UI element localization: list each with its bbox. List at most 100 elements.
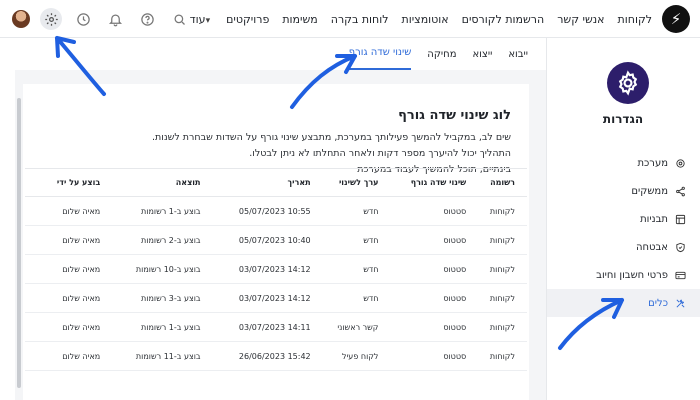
cell-result: בוצע ב-3 רשומות <box>104 283 205 313</box>
help-button[interactable] <box>136 8 158 30</box>
cell-record: לקוחות <box>470 283 527 313</box>
cell-date: 14:12 03/07/2023 <box>204 254 315 284</box>
settings-sidebar: הגדרות מערכת ממשקים תבניות אבטחה פרטי חש… <box>546 38 700 400</box>
sidebar-item-security[interactable]: אבטחה <box>547 233 700 261</box>
table-row[interactable]: לקוחות סטטוס חדש 14:12 03/07/2023 בוצע ב… <box>25 254 527 284</box>
page-title: לוג שינוי שדה גורף <box>398 108 511 123</box>
top-navigation-bar: ⚡ לקוחות אנשי קשר הרשמות לקורסים אוטומצי… <box>0 0 700 38</box>
tab-bulk-field-change[interactable]: שינוי שדה גורף <box>348 47 412 70</box>
log-table: רשומה שינוי שדה גורף ערך לשינוי תאריך תו… <box>25 168 527 371</box>
tools-icon <box>676 299 685 307</box>
cell-result: בוצע ב-1 רשומות <box>104 312 205 342</box>
nav-automations[interactable]: אוטומציות <box>401 13 448 26</box>
cell-new-value: חדש <box>314 225 383 255</box>
table-row[interactable]: לקוחות סטטוס חדש 10:55 05/07/2023 בוצע ב… <box>25 196 527 226</box>
bell-icon <box>108 14 122 26</box>
shield-icon <box>676 242 685 252</box>
main-nav: לקוחות אנשי קשר הרשמות לקורסים אוטומציות… <box>190 0 652 38</box>
header-icons <box>12 0 190 38</box>
scrollbar-thumb[interactable] <box>17 98 21 388</box>
cell-date: 14:11 03/07/2023 <box>204 312 315 342</box>
column-header-date: תאריך <box>204 168 315 197</box>
cell-result: בוצע ב-2 רשומות <box>104 225 205 255</box>
settings-badge <box>607 62 649 104</box>
tab-import[interactable]: ייבוא <box>508 49 528 70</box>
cell-result: בוצע ב-1 רשומות <box>104 196 205 226</box>
history-button[interactable] <box>72 8 94 30</box>
tab-delete[interactable]: מחיקה <box>427 49 456 70</box>
cell-new-value: קשר ראשוני <box>314 312 383 342</box>
nav-customers[interactable]: לקוחות <box>618 13 652 26</box>
app-logo[interactable]: ⚡ <box>662 5 690 33</box>
sidebar-item-label: כלים <box>648 297 668 309</box>
cell-field: סטטוס <box>382 312 471 342</box>
cell-performed-by: מאיה שלום <box>25 341 105 371</box>
sidebar-item-label: תבניות <box>640 213 668 225</box>
sidebar-menu: מערכת ממשקים תבניות אבטחה פרטי חשבון וחי… <box>547 149 700 317</box>
column-header-field: שינוי שדה גורף <box>382 168 471 197</box>
sidebar-item-system[interactable]: מערכת <box>547 149 700 177</box>
template-icon <box>675 214 686 224</box>
cell-field: סטטוס <box>382 196 471 226</box>
card-icon <box>675 271 686 279</box>
table-header-row: רשומה שינוי שדה גורף ערך לשינוי תאריך תו… <box>25 168 527 197</box>
cell-record: לקוחות <box>470 312 527 342</box>
cell-performed-by: מאיה שלום <box>25 312 105 342</box>
avatar[interactable] <box>12 10 30 28</box>
cell-record: לקוחות <box>470 196 527 226</box>
sidebar-item-integrations[interactable]: ממשקים <box>547 177 700 205</box>
nav-course-registrations[interactable]: הרשמות לקורסים <box>462 13 545 26</box>
cell-record: לקוחות <box>470 225 527 255</box>
cell-field: סטטוס <box>382 225 471 255</box>
main-content: לוג שינוי שדה גורף שים לב, במקביל להמשך … <box>15 70 546 400</box>
column-header-performed-by: בוצע על ידי <box>25 168 105 197</box>
sidebar-item-tools[interactable]: כלים <box>547 289 700 317</box>
cell-result: בוצע ב-10 רשומות <box>104 254 205 284</box>
sidebar-item-label: ממשקים <box>631 185 668 197</box>
gear-icon <box>618 70 638 96</box>
tab-export[interactable]: ייצוא <box>473 49 493 70</box>
sidebar-item-label: מערכת <box>637 157 668 169</box>
notifications-button[interactable] <box>104 8 126 30</box>
cell-record: לקוחות <box>470 341 527 371</box>
settings-button[interactable] <box>40 8 62 30</box>
sidebar-item-templates[interactable]: תבניות <box>547 205 700 233</box>
cell-new-value: לקוח פעיל <box>314 341 383 371</box>
table-row[interactable]: לקוחות סטטוס לקוח פעיל 15:42 26/06/2023 … <box>25 341 527 371</box>
clock-icon <box>76 12 90 26</box>
search-button[interactable] <box>168 8 190 30</box>
log-line: התהליך יכול להיערך מספר דקות ולאחר התחלת… <box>249 148 511 159</box>
log-card: לוג שינוי שדה גורף שים לב, במקביל להמשך … <box>23 84 529 400</box>
column-header-new-value: ערך לשינוי <box>314 168 383 197</box>
nav-more[interactable]: עוד▾ <box>190 13 213 26</box>
cell-date: 15:42 26/06/2023 <box>204 341 315 371</box>
cell-field: סטטוס <box>382 341 471 371</box>
sidebar-item-billing[interactable]: פרטי חשבון וחיוב <box>547 261 700 289</box>
sidebar-item-label: אבטחה <box>635 241 668 253</box>
nav-dashboards[interactable]: לוחות בקרה <box>331 13 389 26</box>
nav-more-label: עוד <box>189 12 206 26</box>
table-row[interactable]: לקוחות סטטוס קשר ראשוני 14:11 03/07/2023… <box>25 312 527 342</box>
cell-new-value: חדש <box>314 196 383 226</box>
nav-tasks[interactable]: משימות <box>282 13 317 26</box>
nav-contacts[interactable]: אנשי קשר <box>557 13 604 26</box>
cell-record: לקוחות <box>470 254 527 284</box>
cell-performed-by: מאיה שלום <box>25 254 105 284</box>
cell-performed-by: מאיה שלום <box>25 196 105 226</box>
table-row[interactable]: לקוחות סטטוס חדש 10:40 05/07/2023 בוצע ב… <box>25 225 527 255</box>
gear-icon <box>44 12 58 26</box>
cell-date: 10:40 05/07/2023 <box>204 225 315 255</box>
tools-tabs: ייבוא ייצוא מחיקה שינוי שדה גורף <box>348 38 528 70</box>
column-header-result: תוצאה <box>104 168 205 197</box>
nav-projects[interactable]: פרויקטים <box>226 13 269 26</box>
cell-field: סטטוס <box>382 283 471 313</box>
table-row[interactable]: לקוחות סטטוס חדש 14:12 03/07/2023 בוצע ב… <box>25 283 527 313</box>
cell-result: בוצע ב-11 רשומות <box>104 341 205 371</box>
column-header-record: רשומה <box>470 168 527 197</box>
share-icon <box>676 186 685 196</box>
cell-date: 10:55 05/07/2023 <box>204 196 315 226</box>
help-icon <box>140 12 154 26</box>
chevron-down-icon: ▾ <box>205 15 211 26</box>
search-icon <box>174 14 185 25</box>
cell-performed-by: מאיה שלום <box>25 283 105 313</box>
